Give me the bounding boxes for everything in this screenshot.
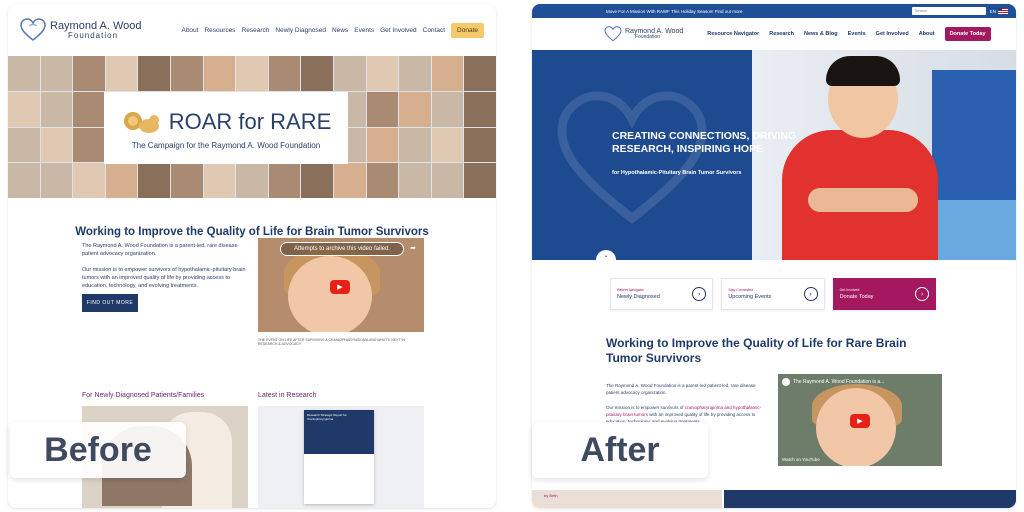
play-icon[interactable]: ▶ xyxy=(330,280,350,294)
newly-diagnosed-heading[interactable]: For Newly Diagnosed Patients/Families xyxy=(82,392,204,399)
heart-watermark-icon xyxy=(557,91,707,224)
card-newly-diagnosed[interactable]: Patient Navigator Newly Diagnosed › xyxy=(610,278,714,310)
after-nav: Raymond A. Wood Foundation Resource Navi… xyxy=(532,18,1016,50)
after-heading: Working to Improve the Quality of Life f… xyxy=(606,336,907,365)
card-title: Donate Today xyxy=(839,294,874,300)
hero-section: CREATING CONNECTIONS, DRIVING RESEARCH, … xyxy=(532,50,1016,260)
menu-item-research[interactable]: Research xyxy=(769,31,794,37)
card-upcoming-events[interactable]: Stay Connected Upcoming Events › xyxy=(721,278,825,310)
report-title: Research Strategic Report for Craniophar… xyxy=(304,410,374,454)
share-icon[interactable]: ➦ xyxy=(410,244,416,252)
donate-button[interactable]: Donate xyxy=(451,22,484,38)
logo-line2: Foundation xyxy=(68,30,119,40)
lion-icon xyxy=(123,111,159,133)
hero-subtitle: for Hypothalamic-Pituitary Brain Tumor S… xyxy=(612,170,742,176)
channel-avatar-icon xyxy=(782,378,790,386)
us-flag-icon xyxy=(998,8,1008,14)
menu-item-newly-diagnosed[interactable]: Newly Diagnosed xyxy=(275,27,326,34)
intro-paragraph-1: The Raymond A. Wood Foundation is a pare… xyxy=(82,243,238,257)
before-nav: Raymond A. Wood Foundation About Resourc… xyxy=(8,4,496,56)
donate-today-button[interactable]: Donate Today xyxy=(944,27,991,41)
before-menu: About Resources Research Newly Diagnosed… xyxy=(181,22,484,38)
card-kicker: Get Involved xyxy=(839,288,860,292)
arrow-right-icon: › xyxy=(914,287,929,301)
before-label: Before xyxy=(10,422,186,478)
menu-item-get-involved[interactable]: Get Involved xyxy=(876,31,909,37)
before-heading: Working to Improve the Quality of Life f… xyxy=(75,226,429,238)
menu-item-resource-navigator[interactable]: Resource Navigator xyxy=(707,31,759,37)
watch-on-youtube[interactable]: Watch on YouTube xyxy=(782,457,820,462)
menu-item-contact[interactable]: Contact xyxy=(423,27,445,34)
quick-link-cards: Patient Navigator Newly Diagnosed › Stay… xyxy=(610,278,936,310)
menu-item-events[interactable]: Events xyxy=(354,27,374,34)
after-video-embed[interactable]: The Raymond A. Wood Foundation is a... ▶… xyxy=(778,374,942,466)
report-cover: Research Strategic Report for Craniophar… xyxy=(304,410,374,504)
logo-line2: Foundation xyxy=(635,34,661,40)
card-title: Newly Diagnosed xyxy=(617,294,660,300)
intro-text-a: Our mission is to empower survivors of xyxy=(606,405,685,410)
menu-item-news-blog[interactable]: News & Blog xyxy=(804,31,838,37)
menu-item-research[interactable]: Research xyxy=(242,27,270,34)
search-input[interactable]: Search xyxy=(911,7,986,15)
before-video-embed[interactable]: Attempts to archive this video failed. ➦… xyxy=(258,238,424,332)
before-intro: The Raymond A. Wood Foundation is a pare… xyxy=(82,242,250,298)
menu-item-about[interactable]: About xyxy=(919,31,935,37)
banner-title: ROAR for RARE xyxy=(168,108,332,134)
heart-logo-icon xyxy=(604,26,622,42)
menu-item-news[interactable]: News xyxy=(332,27,348,34)
after-logo[interactable]: Raymond A. Wood Foundation xyxy=(604,26,683,42)
card-title: Upcoming Events xyxy=(728,294,772,300)
card-donate-today[interactable]: Get Involved Donate Today › xyxy=(832,278,936,310)
menu-item-about[interactable]: About xyxy=(181,27,198,34)
research-report-image[interactable]: Research Strategic Report for Craniophar… xyxy=(258,406,424,508)
find-out-more-button[interactable]: FIND OUT MORE xyxy=(82,294,138,312)
after-label: After xyxy=(532,422,708,478)
latest-research-heading[interactable]: Latest in Research xyxy=(258,392,316,399)
before-logo[interactable]: Raymond A. Wood Foundation xyxy=(20,18,142,42)
comparison-stage: Raymond A. Wood Foundation About Resourc… xyxy=(0,0,1024,512)
hero-title: CREATING CONNECTIONS, DRIVING RESEARCH, … xyxy=(612,130,797,155)
banner-subtitle: The Campaign for the Raymond A. Wood Fou… xyxy=(131,140,321,150)
menu-item-events[interactable]: Events xyxy=(848,31,866,37)
bottom-section: by Beth xyxy=(532,490,1016,508)
menu-item-get-involved[interactable]: Get Involved xyxy=(380,27,417,34)
language-selector[interactable]: EN xyxy=(990,8,1008,14)
video-title[interactable]: The Raymond A. Wood Foundation is a... xyxy=(793,379,884,385)
arrow-right-icon: › xyxy=(692,287,707,301)
intro-paragraph-2: Our mission is to empower survivors of h… xyxy=(82,267,246,289)
after-menu: Resource Navigator Research News & Blog … xyxy=(707,27,991,41)
heart-logo-icon xyxy=(20,18,46,42)
announcement-text[interactable]: Move For A Mission With RAWF This Holida… xyxy=(606,9,743,14)
intro-paragraph-1: The Raymond A. Wood Foundation is a pare… xyxy=(606,383,756,395)
video-caption: THE EVENT ON LIFE AFTER SURVIVING A CRAN… xyxy=(258,338,405,346)
roar-banner: ROAR for RARE The Campaign for the Raymo… xyxy=(104,92,348,164)
language-label: EN xyxy=(989,8,996,14)
announcement-bar: Move For A Mission With RAWF This Holida… xyxy=(532,4,1016,18)
play-icon[interactable]: ▶ xyxy=(850,414,870,428)
chevron-down-icon[interactable]: ⌄ xyxy=(596,250,616,260)
menu-item-resources[interactable]: Resources xyxy=(204,27,235,34)
arrow-right-icon: › xyxy=(803,287,818,301)
bottom-left-band: by Beth xyxy=(532,490,722,508)
bottom-right-band xyxy=(724,490,1016,508)
video-error-message: Attempts to archive this video failed. xyxy=(280,242,404,256)
card-kicker: Stay Connected xyxy=(728,288,754,292)
logo-line1: Raymond A. Wood xyxy=(50,19,142,32)
card-kicker: Patient Navigator xyxy=(617,288,644,292)
